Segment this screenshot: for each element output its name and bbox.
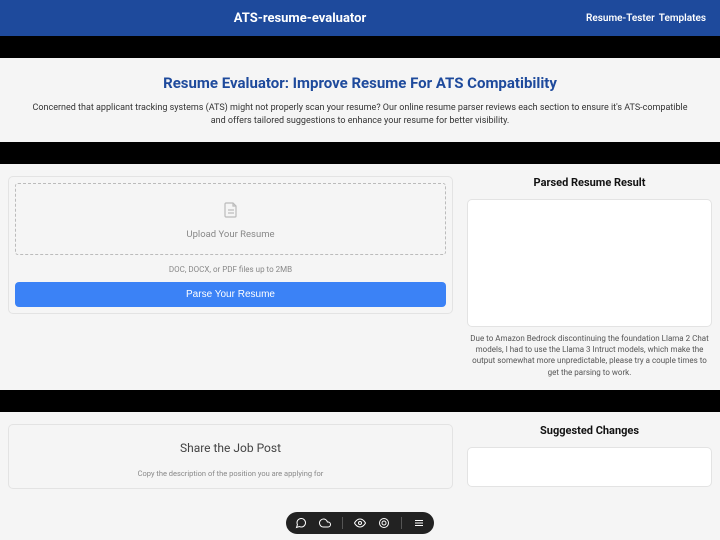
menu-icon[interactable] bbox=[412, 516, 426, 530]
floating-toolbar bbox=[286, 512, 434, 534]
divider-bar-1 bbox=[0, 36, 720, 58]
nav-links: Resume-Tester Templates bbox=[586, 13, 706, 24]
parse-resume-button[interactable]: Parse Your Resume bbox=[15, 282, 446, 307]
app-title: ATS-resume-evaluator bbox=[14, 11, 586, 26]
divider-bar-2 bbox=[0, 142, 720, 164]
document-icon bbox=[224, 202, 238, 221]
top-navbar: ATS-resume-evaluator Resume-Tester Templ… bbox=[0, 0, 720, 36]
upload-section: Upload Your Resume DOC, DOCX, or PDF fil… bbox=[0, 164, 720, 390]
dropzone-label: Upload Your Resume bbox=[24, 229, 437, 240]
upload-card: Upload Your Resume DOC, DOCX, or PDF fil… bbox=[8, 176, 453, 314]
parsed-result-heading: Parsed Resume Result bbox=[467, 176, 712, 189]
jobpost-card: Share the Job Post Copy the description … bbox=[8, 424, 453, 489]
model-disclaimer: Due to Amazon Bedrock discontinuing the … bbox=[467, 327, 712, 378]
toolbar-separator-2 bbox=[401, 517, 402, 529]
toolbar-separator-1 bbox=[342, 517, 343, 529]
jobpost-title: Share the Job Post bbox=[19, 441, 442, 455]
suggested-changes-box bbox=[467, 447, 712, 487]
parsed-result-box bbox=[467, 199, 712, 327]
eye-icon[interactable] bbox=[353, 516, 367, 530]
target-icon[interactable] bbox=[377, 516, 391, 530]
file-type-hint: DOC, DOCX, or PDF files up to 2MB bbox=[15, 255, 446, 282]
jobpost-hint: Copy the description of the position you… bbox=[19, 469, 442, 478]
divider-bar-3 bbox=[0, 390, 720, 412]
jobpost-section: Share the Job Post Copy the description … bbox=[0, 412, 720, 501]
upload-dropzone[interactable]: Upload Your Resume bbox=[15, 183, 446, 255]
nav-link-resume-tester[interactable]: Resume-Tester bbox=[586, 13, 655, 24]
suggested-changes-heading: Suggested Changes bbox=[467, 424, 712, 437]
cloud-icon[interactable] bbox=[318, 516, 332, 530]
page-description: Concerned that applicant tracking system… bbox=[24, 102, 696, 128]
page-title: Resume Evaluator: Improve Resume For ATS… bbox=[24, 74, 696, 92]
hero-section: Resume Evaluator: Improve Resume For ATS… bbox=[0, 58, 720, 142]
nav-link-templates[interactable]: Templates bbox=[659, 13, 706, 24]
chat-icon[interactable] bbox=[294, 516, 308, 530]
